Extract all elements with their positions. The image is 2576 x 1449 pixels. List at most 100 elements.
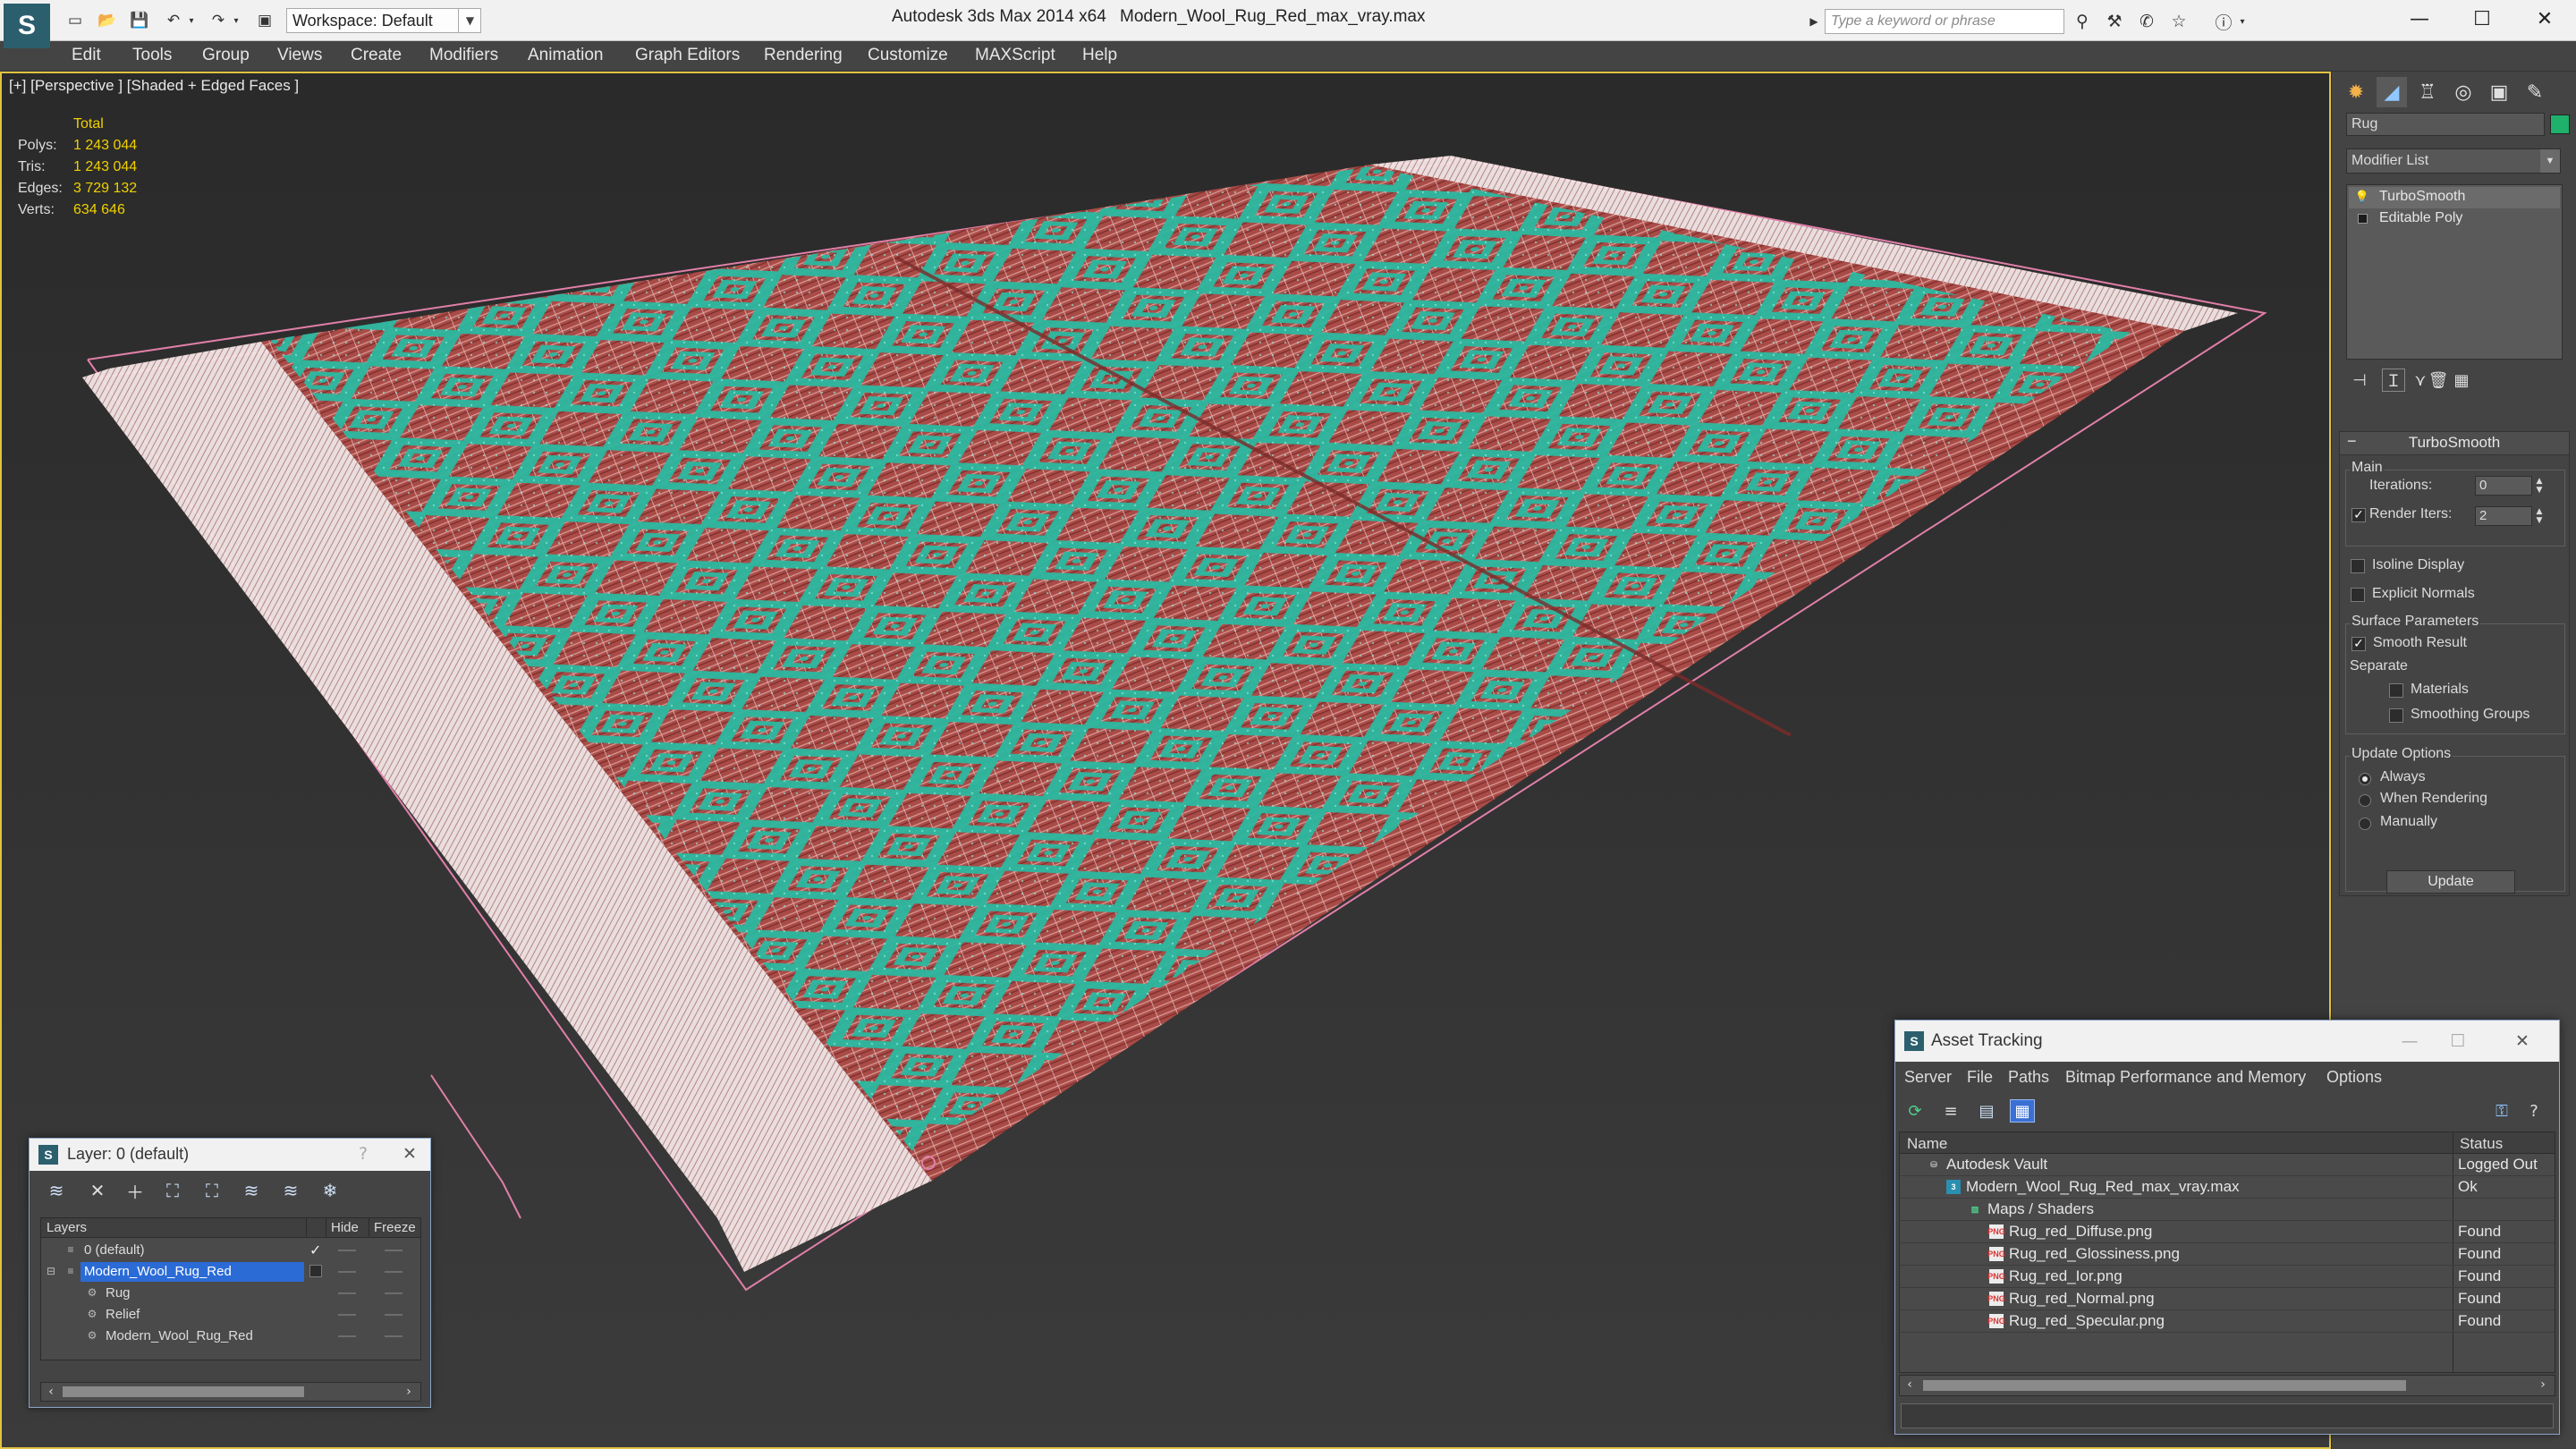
favorites-star-icon[interactable]: ☆ xyxy=(2166,11,2191,32)
select-objects-icon[interactable]: ⛶ xyxy=(160,1178,185,1203)
menu-rendering[interactable]: Rendering xyxy=(764,46,843,65)
scroll-left-icon[interactable]: ‹ xyxy=(43,1384,59,1400)
open-file-icon[interactable]: 📂 xyxy=(95,9,120,32)
maximize-button[interactable]: ☐ xyxy=(2451,0,2513,38)
asset-row[interactable]: ▨ Maps / Shaders xyxy=(1900,1199,2555,1221)
isoline-display-checkbox[interactable] xyxy=(2351,559,2365,573)
help-icon[interactable]: ? xyxy=(2521,1099,2546,1123)
freeze-toggle[interactable] xyxy=(385,1292,402,1294)
undo-icon[interactable]: ↶ xyxy=(161,9,186,32)
iterations-input[interactable]: 0 xyxy=(2475,476,2532,496)
delete-layer-icon[interactable]: ✕ xyxy=(85,1178,110,1203)
menu-views[interactable]: Views xyxy=(277,46,322,65)
asset-menu-paths[interactable]: Paths xyxy=(2008,1068,2049,1087)
layer-dialog-titlebar[interactable]: S Layer: 0 (default) ? ✕ xyxy=(30,1139,430,1171)
explicit-normals-checkbox[interactable] xyxy=(2351,588,2365,602)
asset-menu-file[interactable]: File xyxy=(1967,1068,1993,1087)
workspace-select[interactable]: Workspace: Default xyxy=(286,8,481,33)
add-to-layer-icon[interactable]: ＋ xyxy=(123,1178,148,1203)
update-button[interactable]: Update xyxy=(2386,870,2515,894)
menu-group[interactable]: Group xyxy=(202,46,250,65)
asset-menu-server[interactable]: Server xyxy=(1904,1068,1952,1087)
freeze-unfreeze-all-icon[interactable]: ❄ xyxy=(318,1178,343,1203)
expand-icon[interactable]: ⊟ xyxy=(45,1265,57,1277)
smooth-result-checkbox[interactable]: ✓ xyxy=(2351,637,2366,651)
spinner-arrows-icon[interactable]: ▲ ▼ xyxy=(2534,476,2545,496)
always-radio[interactable] xyxy=(2359,773,2371,785)
utilities-tab-icon[interactable]: ✎ xyxy=(2520,77,2550,107)
close-button[interactable]: ✕ xyxy=(2513,0,2576,38)
select-layer-icon[interactable]: ⛶ xyxy=(199,1178,225,1203)
redo-dropdown-icon[interactable]: ▾ xyxy=(229,9,243,32)
col-layers[interactable]: Layers xyxy=(47,1220,87,1235)
help-icon[interactable]: ⓘ xyxy=(2211,11,2236,33)
smoothing-groups-checkbox[interactable] xyxy=(2389,708,2403,723)
asset-path-field[interactable] xyxy=(1901,1403,2554,1428)
layer-row[interactable]: ⊟ ≡ Modern_Wool_Rug_Red xyxy=(41,1261,420,1283)
menu-tools[interactable]: Tools xyxy=(132,46,172,65)
undo-dropdown-icon[interactable]: ▾ xyxy=(184,9,199,32)
help-icon[interactable]: ? xyxy=(350,1142,377,1165)
lightbulb-icon[interactable]: 💡 xyxy=(2355,190,2369,203)
collapse-icon[interactable]: − xyxy=(2347,432,2357,451)
list-view-icon[interactable]: ≡ xyxy=(1938,1099,1963,1123)
set-current-layer-icon[interactable]: ≋ xyxy=(239,1178,264,1203)
col-status[interactable]: Status xyxy=(2460,1135,2503,1153)
app-logo-button[interactable]: S xyxy=(4,4,50,48)
object-color-swatch[interactable] xyxy=(2550,114,2570,134)
asset-menu-options[interactable]: Options xyxy=(2326,1068,2382,1087)
help-dropdown-icon[interactable]: ▾ xyxy=(2236,11,2249,32)
spinner-arrows-icon[interactable]: ▲ ▼ xyxy=(2534,506,2545,526)
maximize-icon[interactable]: ☐ xyxy=(2445,1030,2471,1053)
horizontal-scrollbar[interactable]: ‹ › xyxy=(1899,1375,2555,1396)
render-iters-input[interactable]: 2 xyxy=(2475,506,2532,526)
scrollbar-thumb[interactable] xyxy=(63,1386,304,1397)
materials-checkbox[interactable] xyxy=(2389,683,2403,698)
vault-login-icon[interactable]: ⚿ xyxy=(2489,1099,2514,1123)
hide-toggle[interactable] xyxy=(338,1271,356,1273)
communication-icon[interactable]: ✆ xyxy=(2134,11,2159,32)
project-folder-icon[interactable]: ▣ xyxy=(252,9,277,32)
hierarchy-tab-icon[interactable]: ♖ xyxy=(2412,77,2443,107)
asset-menu-bitmap-performance[interactable]: Bitmap Performance and Memory xyxy=(2065,1068,2306,1087)
stack-item-turbosmooth[interactable]: 💡 TurboSmooth xyxy=(2349,187,2560,208)
asset-dialog-titlebar[interactable]: S Asset Tracking — ☐ ✕ xyxy=(1895,1021,2559,1062)
search-input[interactable]: Type a keyword or phrase xyxy=(1825,9,2064,34)
remove-modifier-icon[interactable]: 🗑 xyxy=(2427,369,2450,392)
asset-row[interactable]: PNG Rug_red_Specular.png Found xyxy=(1900,1310,2555,1333)
layer-row[interactable]: ⚙ Relief xyxy=(41,1304,420,1326)
menu-customize[interactable]: Customize xyxy=(868,46,948,65)
layer-row[interactable]: ⚙ Rug xyxy=(41,1283,420,1304)
asset-row[interactable]: PNG Rug_red_Ior.png Found xyxy=(1900,1266,2555,1288)
col-name[interactable]: Name xyxy=(1907,1135,1947,1153)
workspace-dropdown-icon[interactable]: ▼ xyxy=(458,8,481,33)
hide-toggle[interactable] xyxy=(338,1292,356,1294)
pin-stack-icon[interactable]: ⊣ xyxy=(2348,369,2371,392)
scrollbar-thumb[interactable] xyxy=(1923,1380,2406,1391)
subscription-icon[interactable]: ⚒ xyxy=(2102,11,2127,32)
asset-row[interactable]: ⛁ Autodesk Vault Logged Out xyxy=(1900,1154,2555,1176)
create-tab-icon[interactable]: ✹ xyxy=(2341,77,2371,107)
menu-graph-editors[interactable]: Graph Editors xyxy=(635,46,740,65)
when-rendering-radio[interactable] xyxy=(2359,794,2371,807)
menu-animation[interactable]: Animation xyxy=(528,46,604,65)
hide-toggle[interactable] xyxy=(338,1335,356,1337)
freeze-toggle[interactable] xyxy=(385,1314,402,1316)
table-view-icon[interactable]: ▦ xyxy=(2010,1099,2035,1123)
search-expand-icon[interactable]: ▶ xyxy=(1805,9,1823,34)
menu-help[interactable]: Help xyxy=(1082,46,1117,65)
modify-tab-icon[interactable]: ◢ xyxy=(2377,77,2407,107)
binoculars-icon[interactable]: ⚲ xyxy=(2070,11,2095,32)
menu-modifiers[interactable]: Modifiers xyxy=(429,46,498,65)
scroll-right-icon[interactable]: › xyxy=(401,1384,417,1400)
configure-modifier-sets-icon[interactable]: ▦ xyxy=(2450,369,2473,392)
layer-row[interactable]: ⚙ Modern_Wool_Rug_Red xyxy=(41,1326,420,1347)
active-layer-box[interactable] xyxy=(309,1265,322,1277)
asset-row[interactable]: PNG Rug_red_Normal.png Found xyxy=(1900,1288,2555,1310)
freeze-toggle[interactable] xyxy=(385,1250,402,1251)
menu-edit[interactable]: Edit xyxy=(72,46,101,65)
close-icon[interactable]: ✕ xyxy=(396,1142,423,1165)
scroll-left-icon[interactable]: ‹ xyxy=(1902,1377,1918,1393)
layer-row[interactable]: ≡ 0 (default) ✓ xyxy=(41,1240,420,1261)
asset-row[interactable]: 3 Modern_Wool_Rug_Red_max_vray.max Ok xyxy=(1900,1176,2555,1199)
